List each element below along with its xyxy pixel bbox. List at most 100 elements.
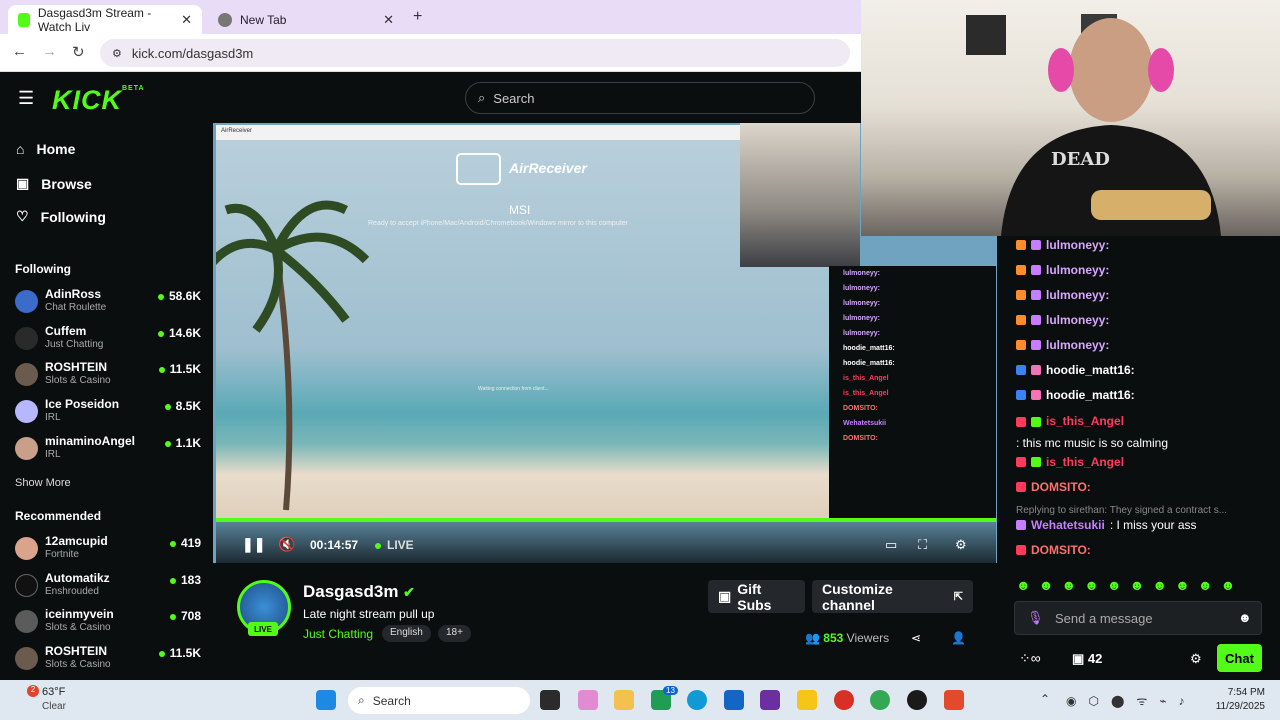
settings-icon[interactable]: ⚙ xyxy=(955,537,967,553)
app-icon[interactable] xyxy=(760,690,780,710)
tab-new[interactable]: New Tab ✕ xyxy=(208,5,404,34)
airreceiver-title: AirReceiver xyxy=(509,160,587,176)
viewer-count: 👥 853 Viewers xyxy=(805,631,890,645)
search-input[interactable]: ⌕ Search xyxy=(465,82,815,114)
sidebar-item-following[interactable]: ♡ Following xyxy=(16,208,106,225)
tag-english[interactable]: English xyxy=(382,625,431,642)
customize-channel-button[interactable]: Customize channel ⇱ xyxy=(812,580,973,613)
tab-label: Dasgasd3m Stream - Watch Liv xyxy=(37,5,152,34)
clock-date: 11/29/2025 xyxy=(1215,701,1265,712)
player-time: 00:14:57 xyxy=(310,538,359,552)
tab-kick[interactable]: Dasgasd3m Stream - Watch Liv ✕ xyxy=(8,5,202,34)
channel-item[interactable]: Ice Poseidon IRL 8.5K xyxy=(15,395,201,431)
search-icon: ⌕ xyxy=(358,693,365,707)
windows-start-icon[interactable] xyxy=(316,690,336,710)
sidebar-item-browse[interactable]: ▣ Browse xyxy=(16,175,92,192)
waiting-text: Waiting connection from client... xyxy=(478,386,549,392)
close-tab-icon[interactable]: ✕ xyxy=(383,12,394,28)
new-tab-icon[interactable]: + xyxy=(413,8,422,26)
reload-icon[interactable]: ↻ xyxy=(72,43,85,61)
chat-message: DOMSITO: xyxy=(1016,480,1091,494)
channel-item[interactable]: Cuffem Just Chatting 14.6K xyxy=(15,322,201,358)
app-red-icon[interactable] xyxy=(944,690,964,710)
streamer-name[interactable]: Dasgasd3m ✔ xyxy=(303,582,415,602)
fullscreen-icon[interactable]: ⛶ xyxy=(918,537,927,553)
kick-logo[interactable]: KICKBETA xyxy=(52,85,145,116)
url-field[interactable]: ⚙ kick.com/dasgasd3m xyxy=(100,39,850,67)
chrome-icon[interactable] xyxy=(834,690,854,710)
weather-temp[interactable]: 63°F xyxy=(42,686,65,698)
chat-message: lulmoneyy: xyxy=(1016,338,1109,352)
edge-icon[interactable] xyxy=(687,690,707,710)
chat-message: Wehatetsukii: I miss your ass xyxy=(1016,518,1197,532)
task-view-icon[interactable] xyxy=(540,690,560,710)
chat-message: lulmoneyy: xyxy=(1016,313,1109,327)
gift-icon: ▣ xyxy=(1072,651,1085,666)
chat-message: DOMSITO: xyxy=(1016,543,1091,557)
theater-mode-icon[interactable]: ▭ xyxy=(885,537,897,553)
wifi-icon xyxy=(456,153,501,185)
site-info-icon[interactable]: ⚙ xyxy=(112,47,122,60)
forward-icon[interactable]: → xyxy=(42,43,57,60)
channel-item[interactable]: ROSHTEIN Slots & Casino 11.5K xyxy=(15,358,201,394)
warning-app-icon[interactable] xyxy=(797,690,817,710)
channel-item[interactable]: AdinRoss Chat Roulette 58.6K xyxy=(15,285,201,321)
emoji-icon[interactable]: ☻ xyxy=(1238,610,1252,625)
chrome-alt-icon[interactable] xyxy=(870,690,890,710)
chat-settings-icon[interactable]: ⚙ xyxy=(1190,651,1202,667)
chat-input[interactable]: Send a message xyxy=(1014,601,1262,635)
back-icon[interactable]: ← xyxy=(12,43,27,60)
channel-item[interactable]: iceinmyvein Slots & Casino 708 xyxy=(15,605,201,641)
avatar xyxy=(15,647,38,670)
channel-item[interactable]: 12amcupid Fortnite 419 xyxy=(15,532,201,568)
show-more-link[interactable]: Show More xyxy=(15,477,71,489)
obs-icon[interactable] xyxy=(907,690,927,710)
search-icon: ⌕ xyxy=(478,90,486,105)
system-tray-icons[interactable]: ◉⬡⬤ᯤ⌁♪ xyxy=(1066,692,1197,709)
chrome-favicon-icon xyxy=(218,12,232,27)
avatar xyxy=(15,574,38,597)
close-tab-icon[interactable]: ✕ xyxy=(181,12,192,28)
channel-item[interactable]: ROSHTEIN Slots & Casino 11.5K xyxy=(15,642,201,678)
mute-icon[interactable]: 🔇 xyxy=(278,536,295,553)
follow-icon[interactable]: 👤 xyxy=(951,631,966,645)
stream-title: Late night stream pull up xyxy=(303,607,435,621)
live-badge: LIVE xyxy=(248,622,278,636)
address-bar-area: ← → ↻ ⚙ kick.com/dasgasd3m xyxy=(0,34,861,72)
viewers-icon: 👥 xyxy=(805,631,820,645)
channel-item[interactable]: Automatikz Enshrouded 183 xyxy=(15,569,201,605)
emote-bar[interactable]: ☻☻☻☻☻☻☻☻☻☻ xyxy=(1016,577,1243,593)
gift-icon: ▣ xyxy=(718,588,732,604)
menu-icon[interactable]: ☰ xyxy=(18,88,34,109)
airreceiver-titlebar: AirReceiver xyxy=(216,125,740,140)
sidebar-item-home[interactable]: ⌂ Home xyxy=(16,141,75,157)
store-icon[interactable] xyxy=(724,690,744,710)
channel-item[interactable]: minaminoAngel IRL 1.1K xyxy=(15,432,201,468)
device-name: MSI xyxy=(509,203,531,217)
tag-18plus[interactable]: 18+ xyxy=(438,625,471,642)
following-heading: Following xyxy=(15,262,71,276)
taskbar-search[interactable]: ⌕ Search xyxy=(348,687,530,714)
copilot-icon[interactable] xyxy=(578,690,598,710)
recommended-heading: Recommended xyxy=(15,509,102,523)
palm-tree xyxy=(216,190,370,511)
chat-message: lulmoneyy: xyxy=(1016,288,1109,302)
pause-icon[interactable]: ❚❚ xyxy=(242,536,265,553)
heart-icon: ♡ xyxy=(16,208,29,224)
chat-send-button[interactable]: Chat xyxy=(1217,644,1262,672)
infinity-icon[interactable]: ⁘∞ xyxy=(1019,650,1041,667)
clock-time[interactable]: 7:54 PM xyxy=(1210,687,1265,698)
verified-icon: ✔ xyxy=(403,584,415,600)
ready-text: Ready to accept iPhone/Mac/Android/Chrom… xyxy=(368,220,628,227)
stream-category[interactable]: Just Chatting xyxy=(303,627,373,641)
tray-chevron-icon[interactable]: ⌃ xyxy=(1040,692,1050,706)
gift-subs-button[interactable]: ▣ Gift Subs xyxy=(708,580,805,613)
live-indicator: LIVE xyxy=(375,538,414,552)
mic-icon[interactable]: 🎙 xyxy=(1027,610,1044,626)
search-placeholder: Search xyxy=(493,90,535,106)
gift-count[interactable]: ▣ 42 xyxy=(1072,651,1102,667)
avatar xyxy=(15,400,38,423)
file-explorer-icon[interactable] xyxy=(614,690,634,710)
url-text: kick.com/dasgasd3m xyxy=(131,45,254,61)
share-icon[interactable]: ⋖ xyxy=(911,631,921,645)
